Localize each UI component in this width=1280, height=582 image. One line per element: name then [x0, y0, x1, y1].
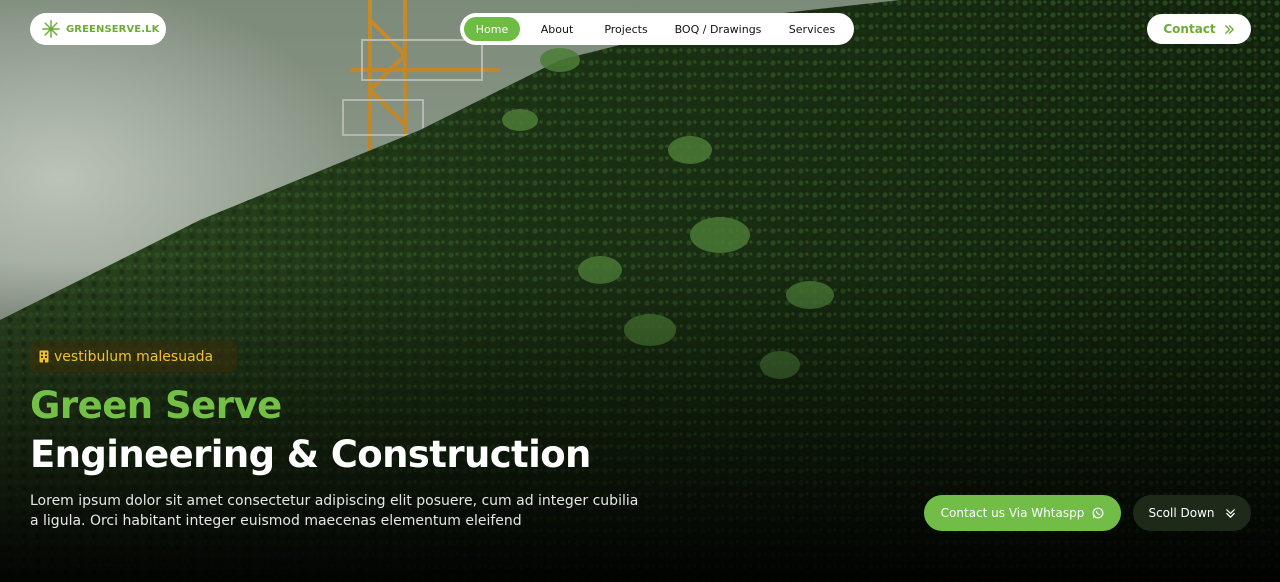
hero-title-line2: Engineering & Construction [30, 433, 591, 476]
hero-description: Lorem ipsum dolor sit amet consectetur a… [30, 493, 639, 529]
hero-badge: vestibulum malesuada [30, 341, 237, 372]
whatsapp-contact-label: Contact us Via Whtaspp [940, 506, 1085, 520]
nav-item-projects[interactable]: Projects [590, 17, 662, 41]
main-nav: Home About Projects BOQ / Drawings Servi… [460, 13, 854, 45]
brand-name: GREENSERVE.LK [66, 23, 160, 35]
double-chevron-right-icon [1224, 24, 1234, 34]
scroll-down-button[interactable]: Scoll Down [1133, 495, 1251, 531]
nav-item-about[interactable]: About [524, 17, 590, 41]
contact-button-label: Contact [1163, 22, 1216, 36]
brand-logo[interactable]: GREENSERVE.LK [30, 13, 166, 45]
scroll-down-label: Scoll Down [1148, 506, 1215, 520]
building-icon [39, 350, 49, 363]
nav-item-boq-drawings[interactable]: BOQ / Drawings [662, 17, 774, 41]
hero-section: GREENSERVE.LK Home About Projects BOQ / … [0, 0, 1280, 582]
nav-item-services[interactable]: Services [774, 17, 850, 41]
hero-badge-label: vestibulum malesuada [54, 348, 214, 365]
whatsapp-icon [1092, 507, 1104, 519]
contact-button[interactable]: Contact [1147, 14, 1251, 44]
whatsapp-contact-button[interactable]: Contact us Via Whtaspp [924, 495, 1121, 531]
double-chevron-down-icon [1225, 508, 1235, 518]
hero-title-line1: Green Serve [30, 384, 282, 427]
nav-item-home[interactable]: Home [464, 17, 520, 41]
leaf-burst-icon [42, 20, 60, 38]
